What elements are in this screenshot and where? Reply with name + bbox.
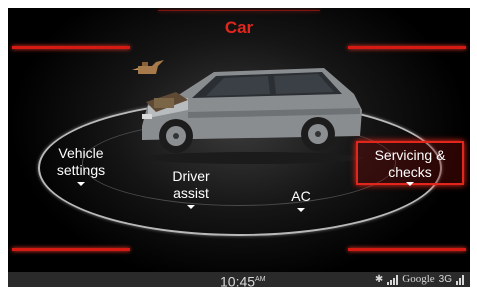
servicing-checks-label: Servicing & checks xyxy=(374,147,446,180)
ac-button[interactable]: AC xyxy=(276,188,326,212)
clock-ampm: AM xyxy=(255,276,266,283)
page-title: Car xyxy=(224,18,254,37)
clock-time: 10:45 xyxy=(220,273,256,287)
signal-icon xyxy=(387,274,399,285)
oil-can-icon xyxy=(132,60,164,74)
vehicle-settings-button[interactable]: Vehicle settings xyxy=(36,145,126,186)
servicing-checks-button[interactable]: Servicing & checks xyxy=(356,141,464,186)
car-menu-screen: Car Vehicle settings Driver assist AC Se… xyxy=(8,8,470,287)
network-signal-icon xyxy=(456,274,464,285)
driver-assist-button[interactable]: Driver assist xyxy=(156,168,226,209)
chevron-down-icon xyxy=(406,182,414,186)
chevron-down-icon xyxy=(187,205,195,209)
clock: 10:45AM xyxy=(220,272,266,287)
status-indicators: ✱ Google 3G xyxy=(375,273,464,286)
driver-assist-label: Driver assist xyxy=(172,168,210,201)
top-right-accent-bar xyxy=(348,46,466,49)
chevron-down-icon xyxy=(297,208,305,212)
status-bar: 10:45AM ✱ Google 3G xyxy=(8,272,470,287)
bottom-left-accent-bar xyxy=(12,248,130,251)
ac-label: AC xyxy=(291,188,311,204)
bottom-right-accent-bar xyxy=(348,248,466,251)
top-center-accent-line xyxy=(158,10,320,11)
provider-label: Google xyxy=(402,273,435,285)
bluetooth-icon: ✱ xyxy=(374,274,384,285)
network-label: 3G xyxy=(438,274,452,285)
top-left-accent-bar xyxy=(12,46,130,49)
vehicle-settings-label: Vehicle settings xyxy=(56,145,106,178)
chevron-down-icon xyxy=(77,182,85,186)
